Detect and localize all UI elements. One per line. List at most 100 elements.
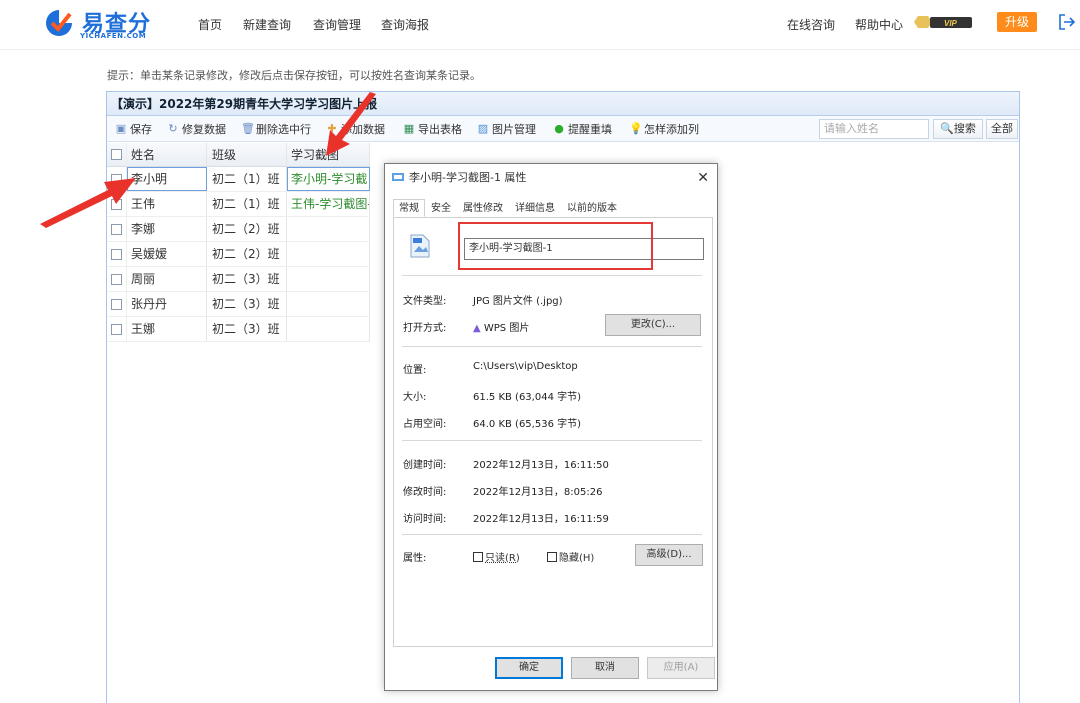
cell-screenshot[interactable] — [287, 217, 370, 241]
select-all-checkbox[interactable] — [107, 143, 127, 166]
cell-name[interactable]: 王娜 — [127, 317, 207, 341]
cell-screenshot[interactable] — [287, 267, 370, 291]
table-row[interactable]: 王伟 初二（1）班 王伟-学习截图- — [107, 192, 370, 217]
remind-refill-button[interactable]: ● 提醒重填 — [553, 121, 612, 137]
file-icon — [392, 172, 404, 182]
table-row[interactable]: 王娜 初二（3）班 — [107, 317, 370, 342]
nav-home[interactable]: 首页 — [198, 16, 222, 33]
cell-name[interactable]: 吴嫒嫒 — [127, 242, 207, 266]
dialog-title: 李小明-学习截图-1 属性 — [409, 171, 526, 184]
location-value: C:\Users\vip\Desktop — [473, 361, 578, 372]
cancel-button[interactable]: 取消 — [571, 657, 639, 679]
modified-value: 2022年12月13日，8:05:26 — [473, 483, 602, 498]
row-checkbox[interactable] — [107, 317, 127, 341]
hidden-label: 隐藏(H) — [559, 549, 594, 564]
logo-mark-icon — [42, 8, 76, 38]
how-to-add-column-link[interactable]: 💡 怎样添加列 — [629, 121, 699, 137]
export-button[interactable]: ▦ 导出表格 — [403, 121, 462, 137]
cell-name[interactable]: 李小明 — [127, 167, 207, 191]
cell-class[interactable]: 初二（3）班 — [207, 317, 287, 341]
jpg-file-icon — [410, 234, 430, 258]
search-button[interactable]: 🔍搜索 — [933, 119, 983, 139]
tab-attr-modify[interactable]: 属性修改 — [457, 199, 509, 217]
nav-online-consult[interactable]: 在线咨询 — [787, 16, 835, 33]
cell-name[interactable]: 王伟 — [127, 192, 207, 216]
cell-name[interactable]: 张丹丹 — [127, 292, 207, 316]
cell-class[interactable]: 初二（2）班 — [207, 217, 287, 241]
accessed-value: 2022年12月13日，16:11:59 — [473, 510, 609, 525]
cell-screenshot[interactable] — [287, 242, 370, 266]
table-row[interactable]: 张丹丹 初二（3）班 — [107, 292, 370, 317]
cell-screenshot[interactable] — [287, 292, 370, 316]
excel-icon: ▦ — [403, 123, 415, 135]
table-row[interactable]: 周丽 初二（3）班 — [107, 267, 370, 292]
table-row[interactable]: 李小明 初二（1）班 李小明-学习截 — [107, 167, 370, 192]
tab-details[interactable]: 详细信息 — [509, 199, 561, 217]
cell-name[interactable]: 李娜 — [127, 217, 207, 241]
table-row[interactable]: 李娜 初二（2）班 — [107, 217, 370, 242]
tab-previous-versions[interactable]: 以前的版本 — [561, 199, 623, 217]
restore-label: 修复数据 — [182, 121, 226, 137]
name-search-input[interactable]: 请输入姓名 — [819, 119, 929, 139]
show-all-button[interactable]: 全部 — [986, 119, 1018, 139]
nav-query-poster[interactable]: 查询海报 — [381, 16, 429, 33]
cell-screenshot[interactable] — [287, 317, 370, 341]
cell-class[interactable]: 初二（1）班 — [207, 167, 287, 191]
col-header-class[interactable]: 班级 — [207, 143, 287, 166]
tab-security[interactable]: 安全 — [425, 199, 457, 217]
refresh-icon: ↻ — [167, 123, 179, 135]
attributes-label: 属性: — [403, 549, 426, 564]
row-checkbox[interactable] — [107, 292, 127, 316]
restore-button[interactable]: ↻ 修复数据 — [167, 121, 226, 137]
created-label: 创建时间: — [403, 456, 446, 471]
cell-class[interactable]: 初二（3）班 — [207, 292, 287, 316]
toolbar: ▣ 保存 ↻ 修复数据 🗑 删除选中行 ✚ 添加数据 ▦ 导出表格 ▨ 图片管理… — [107, 116, 1019, 142]
save-icon: ▣ — [115, 123, 127, 135]
cell-class[interactable]: 初二（1）班 — [207, 192, 287, 216]
search-label: 搜索 — [954, 122, 976, 135]
lightbulb-icon: 💡 — [629, 123, 641, 135]
dialog-titlebar[interactable]: 李小明-学习截图-1 属性 ✕ — [385, 164, 717, 192]
open-with-value: ▲ WPS 图片 — [473, 319, 529, 334]
readonly-checkbox[interactable]: 只读(R) — [473, 549, 520, 564]
open-with-label: 打开方式: — [403, 319, 446, 334]
cell-screenshot[interactable]: 李小明-学习截 — [287, 167, 370, 191]
ok-button[interactable]: 确定 — [495, 657, 563, 679]
hidden-checkbox[interactable]: 隐藏(H) — [547, 549, 594, 564]
created-value: 2022年12月13日，16:11:50 — [473, 456, 609, 471]
logout-icon[interactable] — [1058, 13, 1076, 31]
file-type-value: JPG 图片文件 (.jpg) — [473, 292, 563, 307]
location-label: 位置: — [403, 361, 426, 376]
search-icon: 🔍 — [940, 122, 954, 135]
row-checkbox[interactable] — [107, 267, 127, 291]
apply-button[interactable]: 应用(A) — [647, 657, 715, 679]
advanced-button[interactable]: 高级(D)... — [635, 544, 703, 566]
export-label: 导出表格 — [418, 121, 462, 137]
open-with-app: WPS 图片 — [484, 323, 529, 334]
col-header-name[interactable]: 姓名 — [127, 143, 207, 166]
image-manage-button[interactable]: ▨ 图片管理 — [477, 121, 536, 137]
row-checkbox[interactable] — [107, 242, 127, 266]
wechat-icon: ● — [553, 123, 565, 135]
modified-label: 修改时间: — [403, 483, 446, 498]
nav-query-manage[interactable]: 查询管理 — [313, 16, 361, 33]
nav-new-query[interactable]: 新建查询 — [243, 16, 291, 33]
nav-help-center[interactable]: 帮助中心 — [855, 16, 903, 33]
wps-image-icon: ▲ — [473, 323, 481, 334]
trash-icon: 🗑 — [241, 123, 253, 135]
delete-rows-button[interactable]: 🗑 删除选中行 — [241, 121, 311, 137]
cell-class[interactable]: 初二（2）班 — [207, 242, 287, 266]
logo-sub: YICHAFEN.COM — [80, 32, 146, 40]
cell-class[interactable]: 初二（3）班 — [207, 267, 287, 291]
close-icon[interactable]: ✕ — [697, 164, 709, 192]
change-button[interactable]: 更改(C)... — [605, 314, 701, 336]
vip-badge-icon[interactable]: VIP — [914, 13, 974, 31]
tab-general[interactable]: 常规 — [393, 199, 425, 217]
cell-name[interactable]: 周丽 — [127, 267, 207, 291]
upgrade-button[interactable]: 升级 — [997, 12, 1037, 32]
logo[interactable]: 易查分 YICHAFEN.COM — [42, 6, 162, 44]
cell-screenshot[interactable]: 王伟-学习截图- — [287, 192, 370, 216]
top-bar: 易查分 YICHAFEN.COM 首页 新建查询 查询管理 查询海报 在线咨询 … — [0, 0, 1080, 50]
table-row[interactable]: 吴嫒嫒 初二（2）班 — [107, 242, 370, 267]
save-button[interactable]: ▣ 保存 — [115, 121, 152, 137]
